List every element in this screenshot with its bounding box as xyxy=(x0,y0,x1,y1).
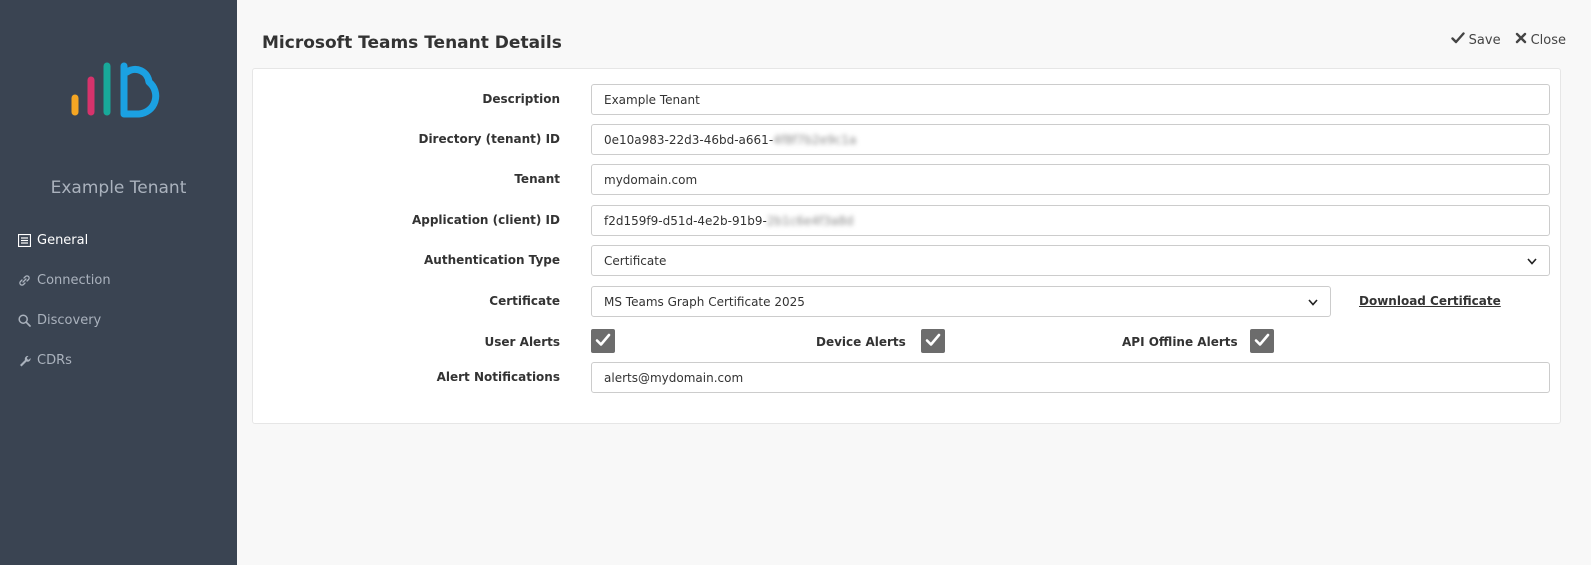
close-label: Close xyxy=(1530,32,1566,48)
tenant-label: Tenant xyxy=(514,172,560,186)
link-icon xyxy=(17,273,31,287)
certificate-label: Certificate xyxy=(489,294,560,308)
tenant-details-form: Description Example Tenant Directory (te… xyxy=(252,68,1561,424)
directory-id-label: Directory (tenant) ID xyxy=(418,132,560,146)
device-alerts-label: Device Alerts xyxy=(816,335,906,349)
sidebar-item-connection[interactable]: Connection xyxy=(17,260,111,300)
application-id-obscured: 2b1c6e4f3a8d xyxy=(766,213,854,228)
directory-id-value: 0e10a983-22d3-46bd-a661- xyxy=(604,132,774,147)
page-title: Microsoft Teams Tenant Details xyxy=(262,33,562,53)
chevron-down-icon xyxy=(1308,295,1318,309)
description-label: Description xyxy=(482,92,560,106)
auth-type-label: Authentication Type xyxy=(424,253,560,267)
tenant-input[interactable]: mydomain.com xyxy=(591,164,1550,195)
save-button[interactable]: Save xyxy=(1450,32,1501,48)
sidebar-tenant-name: Example Tenant xyxy=(50,178,187,198)
user-alerts-checkbox[interactable] xyxy=(591,329,615,353)
save-label: Save xyxy=(1468,32,1501,48)
check-icon xyxy=(1450,32,1465,48)
sidebar-item-cdrs[interactable]: CDRs xyxy=(17,340,111,380)
close-button[interactable]: Close xyxy=(1515,32,1566,48)
directory-id-obscured: 4f8f7b2e9c1a xyxy=(773,132,857,147)
sidebar-item-discovery[interactable]: Discovery xyxy=(17,300,111,340)
wrench-icon xyxy=(17,353,31,367)
sidebar-item-label: Connection xyxy=(37,272,111,288)
application-id-label: Application (client) ID xyxy=(411,213,560,227)
tenant-value: mydomain.com xyxy=(604,172,698,187)
check-icon xyxy=(1254,332,1270,351)
sidebar-item-label: Discovery xyxy=(37,312,102,328)
device-alerts-checkbox[interactable] xyxy=(921,329,945,353)
sidebar-item-general[interactable]: General xyxy=(17,220,111,260)
application-id-value: f2d159f9-d51d-4e2b-91b9- xyxy=(604,213,767,228)
sidebar-item-label: General xyxy=(37,232,89,248)
alert-notifications-label: Alert Notifications xyxy=(436,370,560,384)
certificate-value: MS Teams Graph Certificate 2025 xyxy=(604,294,805,309)
directory-id-input[interactable]: 0e10a983-22d3-46bd-a661- 4f8f7b2e9c1a xyxy=(591,124,1550,155)
auth-type-select[interactable]: Certificate xyxy=(591,245,1550,276)
description-value: Example Tenant xyxy=(604,92,700,107)
sidebar-nav: General Connection Discovery CDRs xyxy=(17,220,111,380)
list-icon xyxy=(17,233,31,247)
api-offline-alerts-label: API Offline Alerts xyxy=(1122,335,1238,349)
auth-type-value: Certificate xyxy=(604,253,667,268)
search-icon xyxy=(17,313,31,327)
header-actions: Save Close xyxy=(1450,32,1566,48)
sidebar-item-label: CDRs xyxy=(37,352,72,368)
alert-notifications-input[interactable]: alerts@mydomain.com xyxy=(591,362,1550,393)
app-logo xyxy=(71,62,160,118)
download-certificate-link[interactable]: Download Certificate xyxy=(1359,294,1501,308)
check-icon xyxy=(925,332,941,351)
close-icon xyxy=(1515,32,1527,48)
user-alerts-label: User Alerts xyxy=(484,335,560,349)
certificate-select[interactable]: MS Teams Graph Certificate 2025 xyxy=(591,286,1331,317)
api-offline-alerts-checkbox[interactable] xyxy=(1250,329,1274,353)
description-input[interactable]: Example Tenant xyxy=(591,84,1550,115)
check-icon xyxy=(595,332,611,351)
main-content: Microsoft Teams Tenant Details Save Clos… xyxy=(237,0,1591,565)
application-id-input[interactable]: f2d159f9-d51d-4e2b-91b9- 2b1c6e4f3a8d xyxy=(591,205,1550,236)
alert-notifications-value: alerts@mydomain.com xyxy=(604,370,744,385)
sidebar: Example Tenant General Connection Discov… xyxy=(0,0,237,565)
chevron-down-icon xyxy=(1527,254,1537,268)
